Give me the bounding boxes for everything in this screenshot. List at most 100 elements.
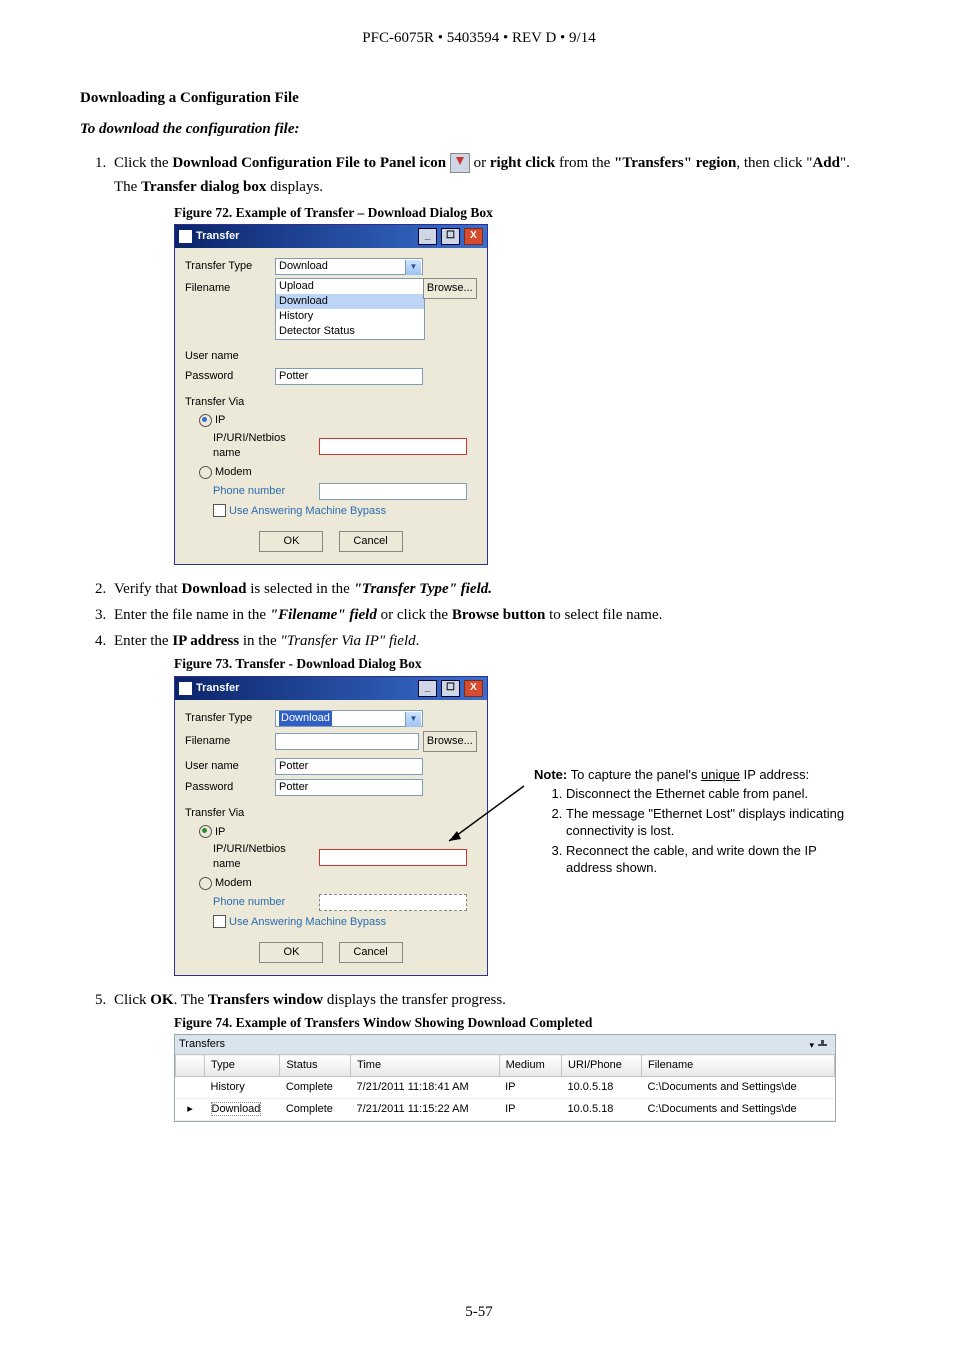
text: .: [416, 633, 420, 649]
table-row[interactable]: ▸ Download Complete 7/21/2011 11:15:22 A…: [176, 1098, 835, 1120]
ip-uri-input[interactable]: [319, 849, 467, 866]
col-medium[interactable]: Medium: [499, 1055, 561, 1077]
pin-icon[interactable]: [818, 1040, 827, 1049]
checkbox-amb[interactable]: [213, 504, 226, 517]
transfer-type-select[interactable]: Download ▼: [275, 710, 423, 727]
col-filename[interactable]: Filename: [641, 1055, 834, 1077]
label-phone: Phone number: [199, 895, 315, 910]
cancel-button[interactable]: Cancel: [339, 531, 403, 552]
cell: 7/21/2011 11:15:22 AM: [351, 1098, 500, 1120]
dialog-title-text: Transfer: [196, 681, 239, 696]
maximize-button[interactable]: ☐: [441, 228, 460, 245]
dialog-title-text: Transfer: [196, 229, 239, 244]
select-value: Download: [279, 711, 332, 726]
text: Enter the: [114, 633, 172, 649]
close-button[interactable]: X: [464, 228, 483, 245]
col-uri-phone[interactable]: URI/Phone: [562, 1055, 642, 1077]
minimize-button[interactable]: _: [418, 680, 437, 697]
figure-72-caption: Figure 72. Example of Transfer – Downloa…: [174, 204, 878, 222]
text-italic: "Transfer Via IP" field: [280, 633, 415, 649]
cell: Complete: [280, 1076, 351, 1098]
close-button[interactable]: X: [464, 680, 483, 697]
phone-input[interactable]: [319, 483, 467, 500]
step-1: Click the Download Configuration File to…: [110, 153, 878, 565]
ip-uri-input[interactable]: [319, 438, 467, 455]
download-config-to-panel-icon: [450, 153, 470, 173]
ok-button[interactable]: OK: [259, 531, 323, 552]
radio-modem[interactable]: [199, 877, 212, 890]
text: in the: [239, 633, 280, 649]
cancel-button[interactable]: Cancel: [339, 942, 403, 963]
ok-button[interactable]: OK: [259, 942, 323, 963]
dialog-titlebar: Transfer _ ☐ X: [175, 225, 487, 248]
col-status[interactable]: Status: [280, 1055, 351, 1077]
text: . The: [174, 992, 208, 1008]
note-label: Note:: [534, 767, 567, 782]
text: to select file name.: [545, 607, 662, 623]
text-bold: OK: [150, 992, 173, 1008]
note-item: Disconnect the Ethernet cable from panel…: [566, 785, 864, 803]
text: ".: [840, 155, 850, 171]
text: Enter the file name in the: [114, 607, 270, 623]
text-underline: unique: [701, 767, 740, 782]
radio-ip[interactable]: [199, 825, 212, 838]
password-input[interactable]: Potter: [275, 779, 423, 796]
chevron-down-icon[interactable]: ▼: [405, 260, 421, 275]
text: The: [114, 179, 141, 195]
text-bold-italic: "Transfer Type" field.: [354, 581, 492, 597]
step-5: Click OK. The Transfers window displays …: [110, 990, 878, 1122]
browse-button[interactable]: Browse...: [423, 731, 477, 752]
cell: 10.0.5.18: [562, 1076, 642, 1098]
col-marker: [176, 1055, 205, 1077]
figure-74-caption: Figure 74. Example of Transfers Window S…: [174, 1014, 878, 1032]
text: displays the transfer progress.: [323, 992, 506, 1008]
note-item: Reconnect the cable, and write down the …: [566, 842, 864, 877]
text: or click the: [377, 607, 452, 623]
phone-input[interactable]: [319, 894, 467, 911]
transfers-titlebar: Transfers ▾: [175, 1035, 835, 1054]
transfers-title-text: Transfers: [179, 1037, 225, 1052]
text: Click the: [114, 155, 172, 171]
text-bold: Transfer dialog box: [141, 179, 266, 195]
browse-button[interactable]: Browse...: [423, 278, 477, 299]
table-row[interactable]: History Complete 7/21/2011 11:18:41 AM I…: [176, 1076, 835, 1098]
username-input[interactable]: Potter: [275, 758, 423, 775]
maximize-button[interactable]: ☐: [441, 680, 460, 697]
cell: Download: [205, 1098, 280, 1120]
label-ip: IP: [215, 414, 225, 426]
dropdown-icon[interactable]: ▾: [809, 1039, 814, 1051]
col-type[interactable]: Type: [205, 1055, 280, 1077]
step-2: Verify that Download is selected in the …: [110, 579, 878, 599]
select-value: Download: [279, 259, 328, 274]
text: To capture the panel's: [567, 767, 701, 782]
label-filename: Filename: [185, 281, 271, 296]
cell: 7/21/2011 11:18:41 AM: [351, 1076, 500, 1098]
cell: C:\Documents and Settings\de: [641, 1098, 834, 1120]
chevron-down-icon[interactable]: ▼: [405, 712, 421, 727]
col-time[interactable]: Time: [351, 1055, 500, 1077]
figure-73-caption: Figure 73. Transfer - Download Dialog Bo…: [174, 655, 878, 673]
label-phone: Phone number: [199, 484, 315, 499]
text: Click: [114, 992, 150, 1008]
text-bold: Transfers window: [208, 992, 323, 1008]
text-bold: Add: [812, 155, 840, 171]
label-filename: Filename: [185, 734, 271, 749]
radio-ip[interactable]: [199, 414, 212, 427]
note-block: Note: To capture the panel's unique IP a…: [534, 766, 864, 879]
label-username: User name: [185, 759, 271, 774]
filename-input[interactable]: [275, 733, 419, 750]
minimize-button[interactable]: _: [418, 228, 437, 245]
checkbox-amb[interactable]: [213, 915, 226, 928]
cell: 10.0.5.18: [562, 1098, 642, 1120]
transfer-type-select[interactable]: Download ▼: [275, 258, 423, 275]
password-input[interactable]: Potter: [275, 368, 423, 385]
text-bold: right click: [490, 155, 555, 171]
radio-modem[interactable]: [199, 466, 212, 479]
text: is selected in the: [247, 581, 354, 597]
text: from the: [555, 155, 614, 171]
text: or: [474, 155, 490, 171]
label-amb: Use Answering Machine Bypass: [229, 916, 386, 928]
label-modem: Modem: [215, 466, 252, 478]
text-bold: Download: [181, 581, 246, 597]
label-password: Password: [185, 780, 271, 795]
